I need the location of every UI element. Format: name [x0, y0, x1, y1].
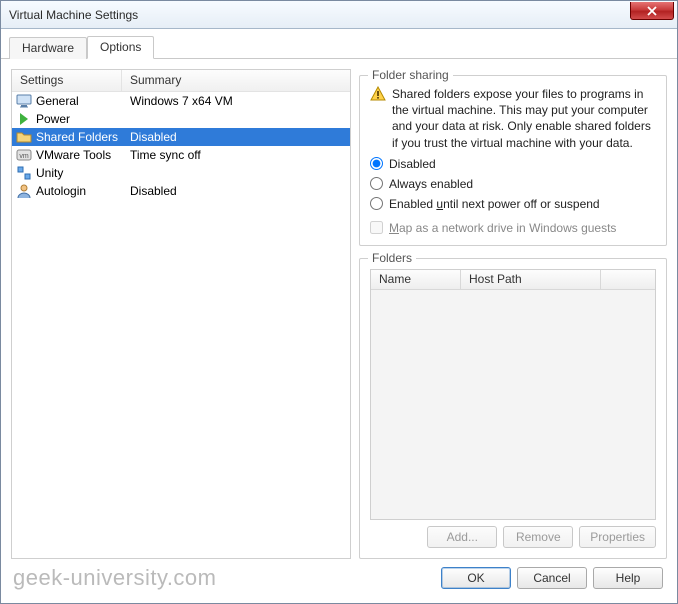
folders-col-name[interactable]: Name	[371, 270, 461, 289]
settings-list-header: Settings Summary	[12, 70, 350, 92]
folder-sharing-group: Folder sharing Shared folders expose you…	[359, 75, 667, 246]
svg-text:vm: vm	[19, 153, 29, 160]
list-row[interactable]: General Windows 7 x64 VM	[12, 92, 350, 110]
add-button[interactable]: Add...	[427, 526, 497, 548]
list-row-name: Autologin	[36, 184, 86, 198]
list-row-name: VMware Tools	[36, 148, 111, 162]
power-icon	[16, 111, 32, 127]
map-drive-checkbox	[370, 221, 383, 234]
list-row-name: Unity	[36, 166, 63, 180]
list-row-name: Power	[36, 112, 70, 126]
radio-always[interactable]: Always enabled	[370, 177, 656, 191]
column-settings-header[interactable]: Settings	[12, 70, 122, 91]
vm-icon: vm	[16, 147, 32, 163]
cancel-button[interactable]: Cancel	[517, 567, 587, 589]
radio-disabled-input[interactable]	[370, 157, 383, 170]
folder-sharing-legend: Folder sharing	[368, 68, 453, 82]
radio-always-input[interactable]	[370, 177, 383, 190]
user-icon	[16, 183, 32, 199]
folder-icon	[16, 129, 32, 145]
tab-options[interactable]: Options	[87, 36, 154, 59]
list-row-summary: Windows 7 x64 VM	[122, 94, 350, 108]
list-row-summary: Disabled	[122, 184, 350, 198]
list-row[interactable]: Power	[12, 110, 350, 128]
folders-table-header: Name Host Path	[371, 270, 655, 290]
help-button[interactable]: Help	[593, 567, 663, 589]
folders-col-host[interactable]: Host Path	[461, 270, 601, 289]
list-row-summary: Time sync off	[122, 148, 350, 162]
ok-button[interactable]: OK	[441, 567, 511, 589]
tab-bar: Hardware Options	[1, 29, 677, 59]
radio-until-input[interactable]	[370, 197, 383, 210]
remove-button[interactable]: Remove	[503, 526, 573, 548]
close-icon	[647, 6, 657, 16]
unity-icon	[16, 165, 32, 181]
folders-legend: Folders	[368, 251, 416, 265]
radio-until[interactable]: Enabled until next power off or suspend	[370, 197, 656, 211]
tab-hardware[interactable]: Hardware	[9, 37, 87, 59]
list-row[interactable]: Autologin Disabled	[12, 182, 350, 200]
warning-icon	[370, 86, 386, 102]
map-drive: Map as a network drive in Windows guests	[370, 221, 656, 235]
list-row-summary: Disabled	[122, 130, 350, 144]
radio-always-label: Always enabled	[389, 177, 473, 191]
window-title: Virtual Machine Settings	[1, 8, 138, 22]
list-row-name: Shared Folders	[36, 130, 118, 144]
radio-until-label: Enabled until next power off or suspend	[389, 197, 600, 211]
title-bar: Virtual Machine Settings	[1, 1, 677, 29]
list-row[interactable]: Shared Folders Disabled	[12, 128, 350, 146]
folders-group: Folders Name Host Path Add... Remove Pro…	[359, 258, 667, 559]
list-row[interactable]: vm VMware Tools Time sync off	[12, 146, 350, 164]
dialog-buttons: OK Cancel Help	[1, 563, 677, 599]
folders-col-rest[interactable]	[601, 270, 655, 289]
radio-disabled-label: Disabled	[389, 157, 436, 171]
column-summary-header[interactable]: Summary	[122, 70, 350, 91]
folder-sharing-warning: Shared folders expose your files to prog…	[392, 86, 656, 151]
radio-disabled[interactable]: Disabled	[370, 157, 656, 171]
folders-table-body	[371, 290, 655, 519]
monitor-icon	[16, 93, 32, 109]
list-row[interactable]: Unity	[12, 164, 350, 182]
settings-list: Settings Summary General Windows 7 x64 VM…	[11, 69, 351, 559]
close-button[interactable]	[630, 2, 674, 20]
folders-table: Name Host Path	[370, 269, 656, 520]
properties-button[interactable]: Properties	[579, 526, 656, 548]
map-drive-label: Map as a network drive in Windows guests	[389, 221, 616, 235]
list-row-name: General	[36, 94, 79, 108]
